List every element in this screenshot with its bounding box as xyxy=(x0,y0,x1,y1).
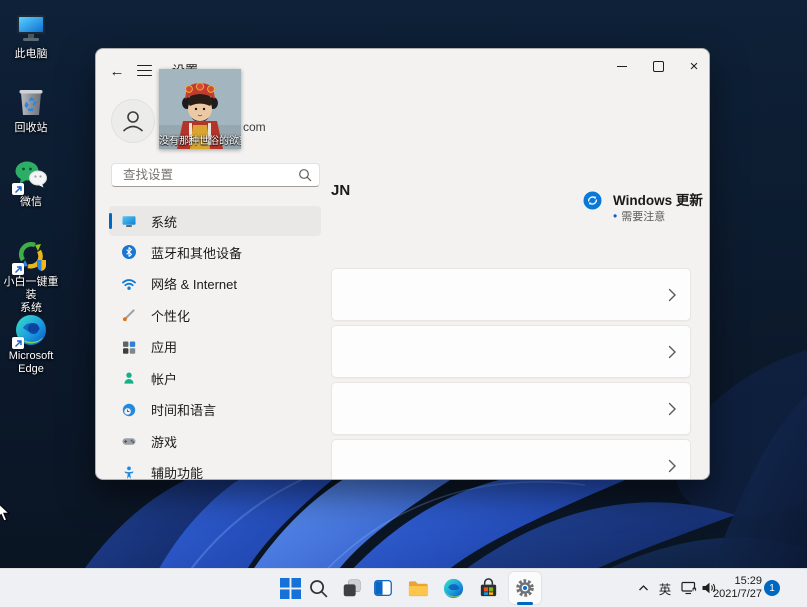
microsoft-store-icon xyxy=(477,577,500,600)
back-button[interactable]: ← xyxy=(106,61,128,81)
edge-icon xyxy=(442,577,465,600)
task-view-icon xyxy=(341,577,363,599)
apps-icon xyxy=(121,339,137,355)
search-icon xyxy=(298,168,312,182)
settings-window: ← 设置 × com xyxy=(95,48,710,480)
settings-row[interactable] xyxy=(331,439,691,480)
maximize-button[interactable] xyxy=(641,55,675,77)
microsoft-store-button[interactable] xyxy=(472,572,504,604)
minimize-button[interactable] xyxy=(605,55,639,77)
photo-caption: 没有那种世俗的欲望 xyxy=(159,132,241,147)
desktop-icon-label: 回收站 xyxy=(0,122,62,135)
chevron-right-icon xyxy=(668,345,677,359)
recycle-bin-icon xyxy=(13,84,49,120)
ime-indicator[interactable]: 英 xyxy=(657,580,673,596)
xiaobai-reinstall-icon xyxy=(13,238,49,274)
file-explorer-icon xyxy=(407,577,430,600)
shortcut-arrow-icon xyxy=(12,337,24,349)
settings-gear-icon xyxy=(514,577,536,599)
chevron-right-icon xyxy=(668,459,677,473)
desktop-icon-label: MicrosoftEdge xyxy=(0,350,62,376)
desktop-icon-wechat[interactable]: 微信 xyxy=(0,158,62,209)
bluetooth-icon xyxy=(121,244,137,260)
attention-bullet: • xyxy=(613,209,617,223)
accessibility-icon xyxy=(121,465,137,481)
desktop: 此电脑 回收站 xyxy=(0,0,807,607)
tray-date: 2021/7/27 xyxy=(694,588,762,601)
widgets-icon xyxy=(372,577,394,599)
tray-chevron-up-button[interactable] xyxy=(636,580,650,596)
sidebar-item-apps[interactable]: 应用 xyxy=(109,332,321,362)
hamburger-menu-button[interactable] xyxy=(137,65,152,76)
sidebar-item-system[interactable]: 系统 xyxy=(109,206,321,236)
maximize-icon xyxy=(653,61,664,72)
windows-update-icon xyxy=(583,191,602,210)
chevron-right-icon xyxy=(668,402,677,416)
minimize-icon xyxy=(617,66,627,67)
settings-row[interactable] xyxy=(331,268,691,321)
desktop-icon-label: 小白一键重装系统 xyxy=(0,276,62,315)
person-icon xyxy=(118,106,148,136)
sidebar-item-bluetooth[interactable]: 蓝牙和其他设备 xyxy=(109,237,321,267)
edge-button[interactable] xyxy=(437,572,469,604)
time-language-icon xyxy=(121,402,137,418)
search-icon xyxy=(308,578,329,599)
sidebar-item-network[interactable]: 网络 & Internet xyxy=(109,269,321,299)
settings-row[interactable] xyxy=(331,325,691,378)
active-app-indicator xyxy=(517,602,533,605)
windows-logo-icon xyxy=(280,578,301,599)
taskbar-search-button[interactable] xyxy=(302,572,334,604)
desktop-icon-recycle-bin[interactable]: 回收站 xyxy=(0,84,62,135)
overlay-photo: 没有那种世俗的欲望 xyxy=(159,69,241,149)
shortcut-arrow-icon xyxy=(12,263,24,275)
selected-indicator xyxy=(109,213,112,229)
sidebar-item-accounts[interactable]: 帐户 xyxy=(109,363,321,393)
sidebar-item-personalization[interactable]: 个性化 xyxy=(109,300,321,330)
task-view-button[interactable] xyxy=(336,572,368,604)
this-pc-icon xyxy=(13,10,49,46)
sidebar-item-gaming[interactable]: 游戏 xyxy=(109,426,321,456)
notification-badge[interactable]: 1 xyxy=(764,580,780,596)
network-icon xyxy=(121,276,137,292)
desktop-icon-this-pc[interactable]: 此电脑 xyxy=(0,10,62,61)
sidebar-item-accessibility[interactable]: 辅助功能 xyxy=(109,458,321,481)
shortcut-arrow-icon xyxy=(12,183,24,195)
device-name-heading-fragment: JN xyxy=(331,182,350,199)
desktop-icon-xiaobai[interactable]: 小白一键重装系统 xyxy=(0,238,62,315)
close-icon: × xyxy=(690,59,699,74)
clock-date[interactable]: 15:29 2021/7/27 xyxy=(694,575,762,602)
system-icon xyxy=(121,213,137,229)
close-button[interactable]: × xyxy=(677,55,710,77)
microsoft-edge-icon xyxy=(13,312,49,348)
personalization-icon xyxy=(121,307,137,323)
taskbar: 英 15:29 2021/7/27 1 xyxy=(0,568,807,607)
file-explorer-button[interactable] xyxy=(402,572,434,604)
accounts-icon xyxy=(121,370,137,386)
settings-button[interactable] xyxy=(509,572,541,604)
gaming-icon xyxy=(121,433,137,449)
desktop-icon-label: 微信 xyxy=(0,196,62,209)
chevron-up-icon xyxy=(638,584,649,592)
desktop-icon-label: 此电脑 xyxy=(0,48,62,61)
settings-row[interactable] xyxy=(331,382,691,435)
widgets-button[interactable] xyxy=(367,572,399,604)
desktop-icon-edge[interactable]: MicrosoftEdge xyxy=(0,312,62,376)
mouse-cursor xyxy=(0,501,12,523)
account-avatar[interactable] xyxy=(111,99,155,143)
tray-time: 15:29 xyxy=(694,575,762,588)
account-email-fragment: com xyxy=(243,120,266,134)
settings-search-input[interactable] xyxy=(111,163,320,187)
wechat-icon xyxy=(13,158,49,194)
chevron-right-icon xyxy=(668,288,677,302)
sidebar-item-time-language[interactable]: 时间和语言 xyxy=(109,395,321,425)
